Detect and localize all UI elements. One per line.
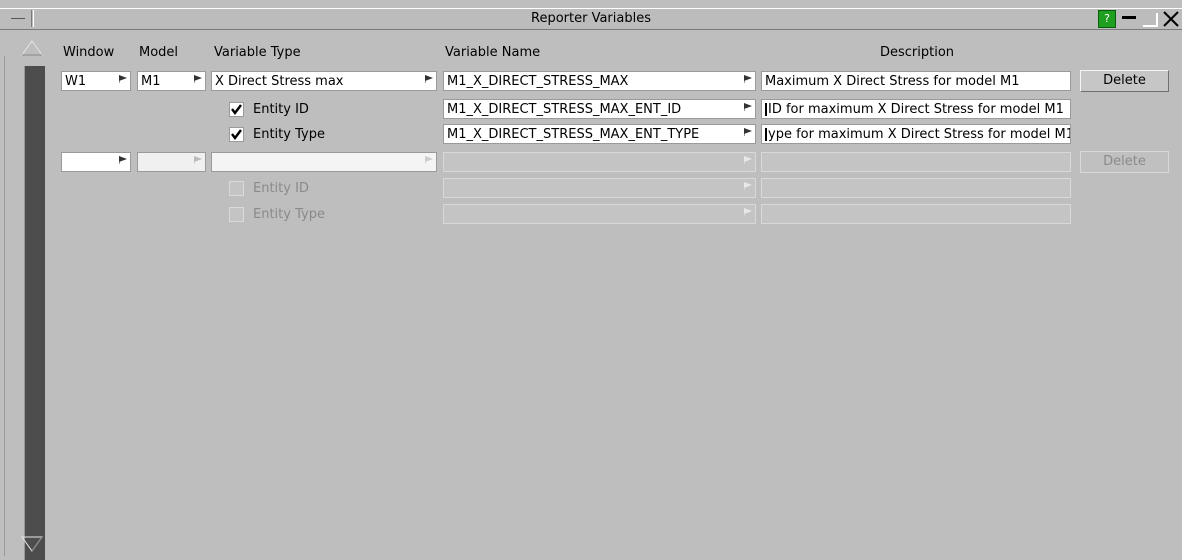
column-header-variable-type: Variable Type xyxy=(214,45,301,60)
minimize-button[interactable] xyxy=(1120,11,1138,27)
variable-name-value: M1_X_DIRECT_STRESS_MAX xyxy=(447,74,629,89)
dropdown-flag-icon xyxy=(425,75,433,83)
minimize-icon xyxy=(1122,16,1136,19)
dropdown-flag-icon xyxy=(744,182,752,190)
entity-type-variable-name-field-disabled xyxy=(443,204,756,224)
dropdown-flag-icon xyxy=(744,128,752,136)
window-select-value: W1 xyxy=(65,74,87,89)
dropdown-flag-icon xyxy=(425,156,433,164)
scrollbar-guide-line xyxy=(4,56,5,556)
maximize-icon xyxy=(1143,13,1158,27)
entity-id-description-field[interactable]: ID for maximum X Direct Stress for model… xyxy=(761,99,1071,119)
entity-type-description-field[interactable]: ype for maximum X Direct Stress for mode… xyxy=(761,124,1071,144)
entity-type-variable-name-value: M1_X_DIRECT_STRESS_MAX_ENT_TYPE xyxy=(447,127,700,142)
reporter-variables-window: Reporter Variables ? Window Model Variab… xyxy=(0,0,1182,560)
description-field[interactable]: Maximum X Direct Stress for model M1 xyxy=(761,71,1071,91)
dropdown-flag-icon xyxy=(194,156,202,164)
dropdown-flag-icon xyxy=(744,208,752,216)
variable-type-value: X Direct Stress max xyxy=(215,74,344,89)
title-bar: Reporter Variables ? xyxy=(0,8,1182,30)
scrollbar-thumb[interactable] xyxy=(24,66,45,560)
close-icon xyxy=(1163,11,1179,27)
model-select[interactable]: M1 xyxy=(137,71,206,91)
entity-id-variable-name-field[interactable]: M1_X_DIRECT_STRESS_MAX_ENT_ID xyxy=(443,99,756,119)
column-header-variable-name: Variable Name xyxy=(445,45,541,60)
vertical-scrollbar[interactable] xyxy=(0,36,46,560)
entity-id-variable-name-value: M1_X_DIRECT_STRESS_MAX_ENT_ID xyxy=(447,102,682,117)
entity-type-label: Entity Type xyxy=(253,127,325,142)
dropdown-flag-icon xyxy=(744,75,752,83)
dropdown-flag-icon xyxy=(744,103,752,111)
column-header-model: Model xyxy=(139,45,179,60)
entity-id-checkbox-disabled xyxy=(229,181,244,196)
window-select-empty[interactable] xyxy=(61,152,131,172)
entity-type-label-disabled: Entity Type xyxy=(253,207,325,222)
dropdown-flag-icon xyxy=(194,75,202,83)
model-select-empty[interactable] xyxy=(137,152,206,172)
variable-type-select-empty[interactable] xyxy=(211,152,437,172)
description-value: Maximum X Direct Stress for model M1 xyxy=(765,74,1020,89)
entity-id-label-disabled: Entity ID xyxy=(253,181,309,196)
entity-id-variable-name-field-disabled xyxy=(443,178,756,198)
entity-id-description-value: ID for maximum X Direct Stress for model… xyxy=(768,102,1064,117)
entity-id-label: Entity ID xyxy=(253,102,309,117)
entity-id-description-field-disabled xyxy=(761,178,1071,198)
entity-type-checkbox-disabled xyxy=(229,207,244,222)
delete-button-disabled: Delete xyxy=(1080,151,1169,173)
column-header-description: Description xyxy=(880,45,955,60)
scroll-down-icon[interactable] xyxy=(20,534,44,554)
text-cursor xyxy=(765,103,767,116)
model-select-value: M1 xyxy=(141,74,161,89)
close-button[interactable] xyxy=(1162,10,1180,28)
variable-type-select[interactable]: X Direct Stress max xyxy=(211,71,437,91)
scroll-up-icon[interactable] xyxy=(20,38,44,58)
entity-type-description-field-disabled xyxy=(761,204,1071,224)
entity-id-checkbox[interactable] xyxy=(229,102,244,117)
description-field-disabled xyxy=(761,152,1071,172)
dropdown-flag-icon xyxy=(119,75,127,83)
maximize-button[interactable] xyxy=(1142,11,1158,27)
entity-type-checkbox[interactable] xyxy=(229,127,244,142)
dropdown-flag-icon xyxy=(744,156,752,164)
dropdown-flag-icon xyxy=(119,156,127,164)
variable-name-field-disabled xyxy=(443,152,756,172)
title-buttons: ? xyxy=(1098,10,1180,28)
help-button[interactable]: ? xyxy=(1098,10,1116,28)
window-select[interactable]: W1 xyxy=(61,71,131,91)
delete-button[interactable]: Delete xyxy=(1080,70,1169,92)
entity-type-variable-name-field[interactable]: M1_X_DIRECT_STRESS_MAX_ENT_TYPE xyxy=(443,124,756,144)
window-title: Reporter Variables xyxy=(531,11,651,26)
entity-type-description-value: ype for maximum X Direct Stress for mode… xyxy=(768,127,1071,142)
variable-name-field[interactable]: M1_X_DIRECT_STRESS_MAX xyxy=(443,71,756,91)
text-cursor xyxy=(765,128,767,141)
column-header-window: Window xyxy=(63,45,115,60)
